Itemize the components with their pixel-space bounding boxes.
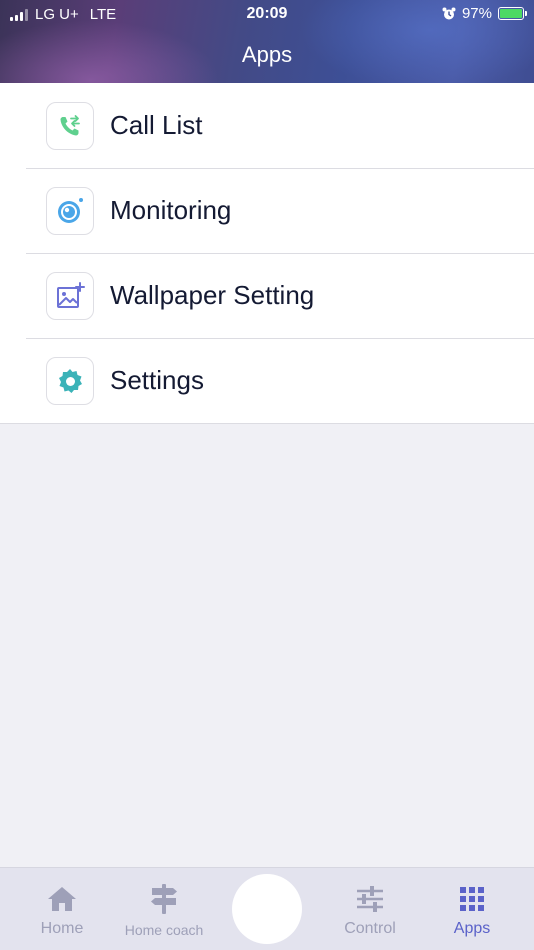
tab-label: Apps	[453, 920, 491, 937]
alarm-icon	[442, 7, 456, 19]
gear-icon	[46, 356, 94, 405]
sliders-icon	[355, 884, 385, 914]
tab-apps[interactable]: Apps	[432, 868, 512, 950]
app-item-label: Monitoring	[110, 195, 232, 225]
app-item-wallpaper-setting[interactable]: Wallpaper Setting	[0, 253, 534, 338]
app-item-label: Call List	[110, 110, 203, 140]
image-add-icon	[46, 271, 94, 320]
tab-label: Control	[344, 920, 396, 937]
app-item-label: Settings	[110, 365, 204, 395]
home-icon	[47, 884, 77, 914]
tab-bar: Home Home coach Control Apps	[0, 867, 534, 950]
tab-control[interactable]: Control	[330, 868, 410, 950]
tab-home[interactable]: Home	[22, 868, 102, 950]
tab-label: Home coach	[124, 922, 204, 938]
battery-percent: 97%	[461, 5, 492, 22]
apps-list: Call List Monitoring Wallpaper Setting S…	[0, 83, 534, 424]
app-item-monitoring[interactable]: Monitoring	[0, 168, 534, 253]
battery-icon	[498, 7, 527, 20]
app-item-label: Wallpaper Setting	[110, 280, 315, 310]
page-title: Apps	[241, 42, 293, 67]
status-bar: LG U+ LTE 20:09 97%	[0, 0, 534, 28]
grid-icon	[459, 884, 485, 914]
status-right: 97%	[442, 5, 527, 22]
tab-label: Home	[40, 920, 84, 937]
tab-home-coach[interactable]: Home coach	[118, 868, 210, 950]
app-header: LG U+ LTE 20:09 97% Apps	[0, 0, 534, 83]
app-item-settings[interactable]: Settings	[0, 338, 534, 423]
phone-transfer-icon	[46, 101, 94, 150]
center-action-button[interactable]	[232, 874, 302, 944]
app-item-call-list[interactable]: Call List	[0, 83, 534, 168]
signpost-icon	[149, 884, 179, 914]
camera-lens-icon	[46, 186, 94, 235]
